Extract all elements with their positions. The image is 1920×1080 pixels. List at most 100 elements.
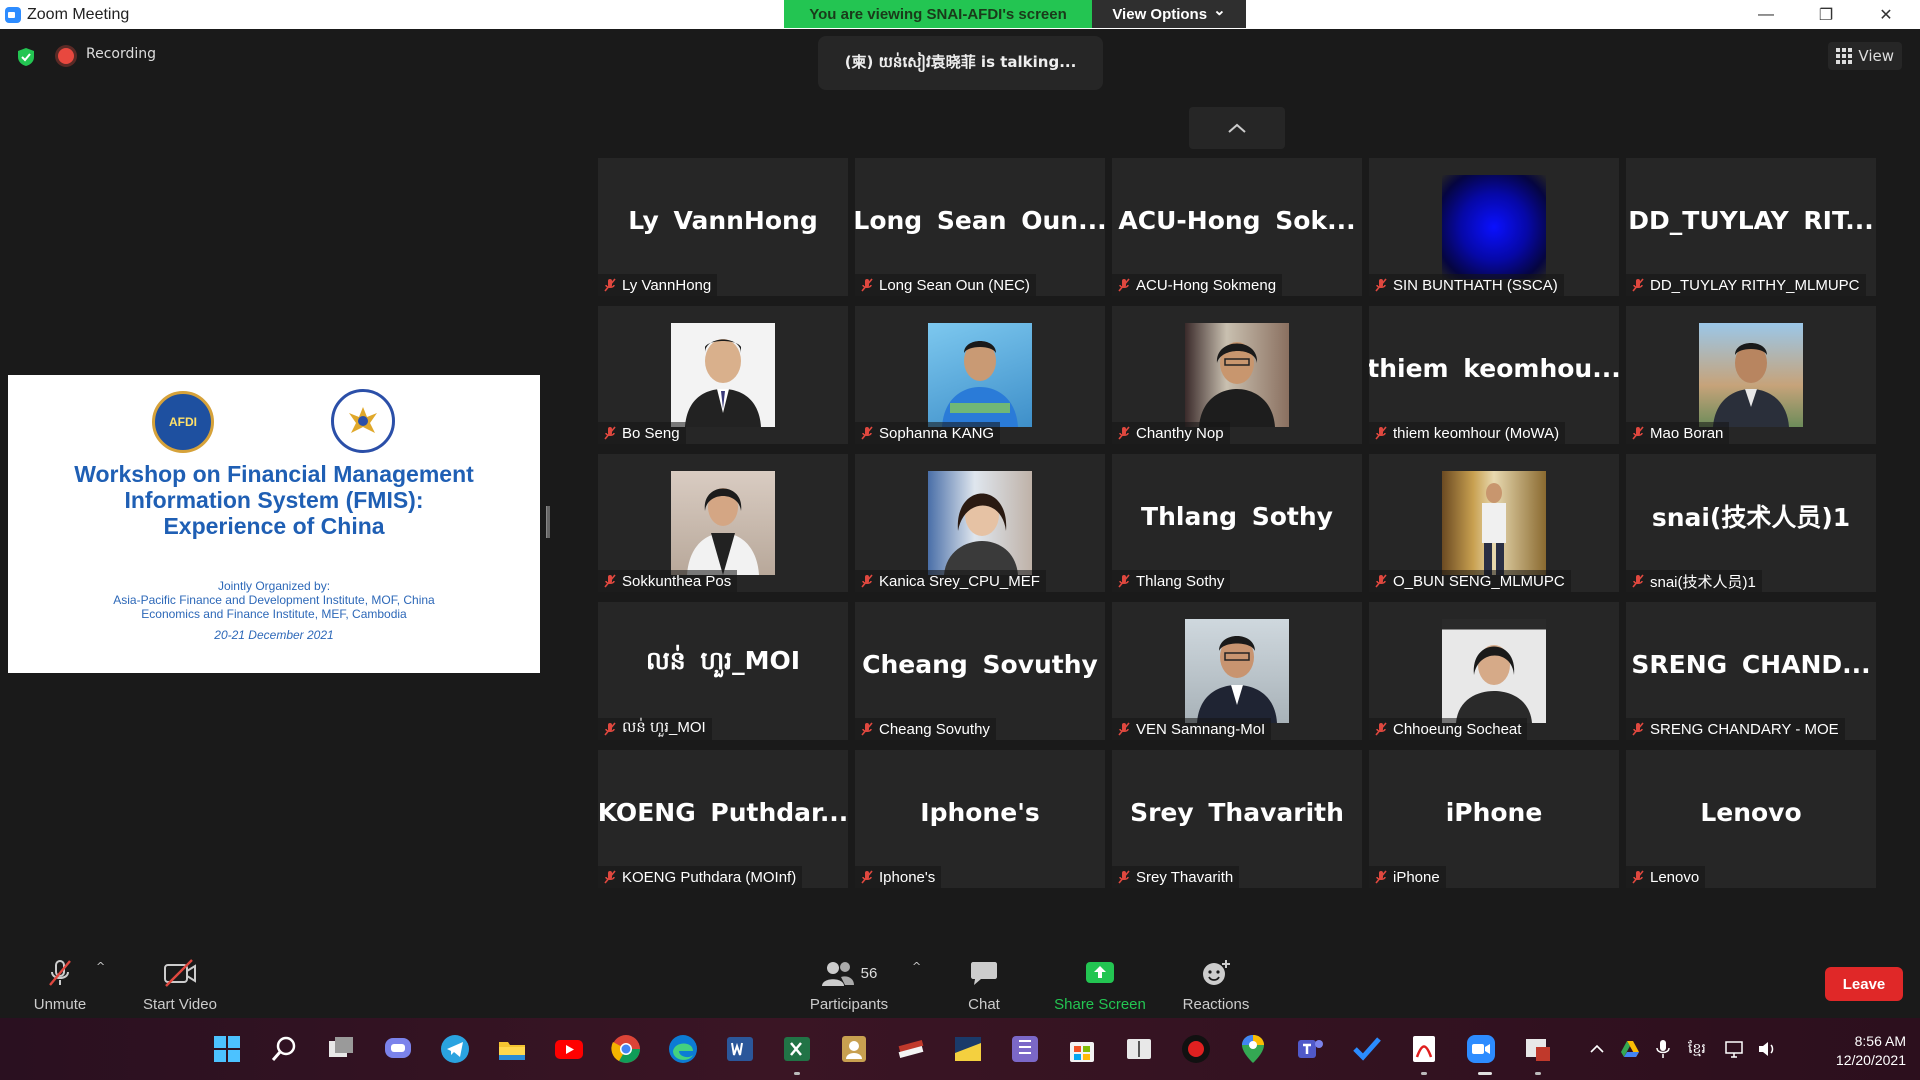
microphone-icon[interactable] [1654,1039,1672,1059]
acrobat-icon[interactable] [1408,1033,1440,1065]
muted-mic-icon [1118,574,1130,588]
muted-mic-icon [861,870,873,884]
participant-label: Mao Boran [1626,422,1730,444]
participant-label: Iphone's [855,866,942,888]
participant-tile[interactable]: SRENG CHAND... SRENG CHANDARY - MOE [1626,602,1876,740]
participant-tile[interactable]: Cheang Sovuthy Cheang Sovuthy [855,602,1105,740]
participant-label: Long Sean Oun (NEC) [855,274,1036,296]
search-icon[interactable] [268,1033,300,1065]
google-maps-icon[interactable] [1237,1033,1269,1065]
person-portrait-icon [687,488,759,575]
todo-icon[interactable] [1351,1033,1383,1065]
reactions-button[interactable]: Reactions [1176,940,1256,1016]
windows-start-icon[interactable] [211,1033,243,1065]
zoom-taskbar-icon[interactable] [1465,1033,1497,1065]
split-view-handle[interactable] [546,506,550,538]
participant-tile[interactable]: Chhoeung Socheat [1369,602,1619,740]
close-button[interactable]: ✕ [1856,0,1916,29]
participant-tile[interactable]: Iphone's Iphone's [855,750,1105,888]
organizer-line: Economics and Finance Institute, MEF, Ca… [141,607,407,621]
reader-app-icon[interactable] [1123,1033,1155,1065]
onenote-icon[interactable] [1009,1033,1041,1065]
participant-name: DD_TUYLAY RITHY_MLMUPC [1650,276,1860,294]
participants-button[interactable]: 56 Participants [800,940,898,1016]
participant-tile[interactable]: Kanica Srey_CPU_MEF [855,454,1105,592]
participant-tile[interactable]: Srey Thavarith Srey Thavarith [1112,750,1362,888]
participant-tile[interactable]: KOENG Puthdar... KOENG Puthdara (MOInf) [598,750,848,888]
minimize-button[interactable]: — [1736,0,1796,29]
chevron-up-icon[interactable] [1588,1040,1606,1058]
taskbar-clock[interactable]: 8:56 AM 12/20/2021 [1836,1032,1906,1070]
participant-tile[interactable]: Chanthy Nop [1112,306,1362,444]
excel-icon[interactable] [781,1033,813,1065]
participant-tile[interactable]: Ly VannHong Ly VannHong [598,158,848,296]
participant-tile[interactable]: Thlang Sothy Thlang Sothy [1112,454,1362,592]
muted-mic-icon [1375,278,1387,292]
participant-display-name: Lenovo [1700,797,1802,827]
youtube-icon[interactable] [553,1033,585,1065]
snipping-tool-icon[interactable] [1522,1033,1554,1065]
participant-tile[interactable]: Sophanna KANG [855,306,1105,444]
participant-photo [671,323,775,427]
participant-tile[interactable]: លន់ ហួរ_MOI លន់ ហួរ_MOI [598,602,848,740]
workshop-organizers: Jointly Organized by: Asia-Pacific Finan… [8,579,540,621]
teams-chat-icon[interactable] [382,1033,414,1065]
participant-tile[interactable]: O_BUN SENG_MLMUPC [1369,454,1619,592]
participant-label: Kanica Srey_CPU_MEF [855,570,1046,592]
participant-tile[interactable]: SIN BUNTHATH (SSCA) [1369,158,1619,296]
network-icon[interactable] [1724,1039,1746,1059]
word-icon[interactable] [724,1033,756,1065]
participant-tile[interactable]: thiem keomhou... thiem keomhour (MoWA) [1369,306,1619,444]
google-drive-icon[interactable] [1620,1039,1640,1059]
system-tray: ខ្មែរ [1588,1018,1778,1080]
participant-tile[interactable]: Bo Seng [598,306,848,444]
leave-button[interactable]: Leave [1825,967,1903,1001]
share-screen-button[interactable]: Share Screen [1050,940,1150,1016]
contacts-app-icon[interactable] [838,1033,870,1065]
telegram-icon[interactable] [439,1033,471,1065]
edge-icon[interactable] [667,1033,699,1065]
view-button[interactable]: View [1828,42,1902,70]
participant-tile[interactable]: Mao Boran [1626,306,1876,444]
participant-tile[interactable]: Lenovo Lenovo [1626,750,1876,888]
security-shield-icon[interactable] [16,47,36,67]
remote-app-icon[interactable] [952,1033,984,1065]
shared-screen[interactable]: AFDI Workshop on Financial Management In… [8,375,540,673]
participant-name: Long Sean Oun (NEC) [879,276,1030,294]
unmute-button[interactable]: Unmute [28,940,92,1016]
start-video-button[interactable]: Start Video [136,940,224,1016]
participant-tile[interactable]: Sokkunthea Pos [598,454,848,592]
participant-tile[interactable]: Long Sean Oun... Long Sean Oun (NEC) [855,158,1105,296]
participant-label: DD_TUYLAY RITHY_MLMUPC [1626,274,1866,296]
participant-tile[interactable]: DD_TUYLAY RIT... DD_TUYLAY RITHY_MLMUPC [1626,158,1876,296]
audio-options-caret[interactable]: ^ [96,960,105,973]
file-explorer-icon[interactable] [496,1033,528,1065]
muted-mic-icon [1632,722,1644,736]
person-portrait-icon [944,493,1018,575]
muted-mic-icon [861,278,873,292]
restore-button[interactable]: ❐ [1796,0,1856,29]
chat-button[interactable]: Chat [960,940,1008,1016]
participant-label: VEN Samnang-MoI [1112,718,1272,740]
view-options-button[interactable]: View Options ⌄ [1092,0,1246,28]
screen-recorder-icon[interactable] [1180,1033,1212,1065]
speaker-icon[interactable] [1756,1039,1778,1059]
participant-tile[interactable]: iPhone iPhone [1369,750,1619,888]
books-app-icon[interactable] [895,1033,927,1065]
chevron-down-icon: ⌄ [1213,2,1226,19]
participant-tile[interactable]: snai(技术人员)1 snai(技术人员)1 [1626,454,1876,592]
participants-options-caret[interactable]: ^ [912,960,921,973]
input-language[interactable]: ខ្មែរ [1688,1039,1706,1060]
gallery-scroll-up-button[interactable] [1189,107,1285,149]
chrome-icon[interactable] [610,1033,642,1065]
microsoft-store-icon[interactable] [1066,1033,1098,1065]
participant-tile[interactable]: VEN Samnang-MoI [1112,602,1362,740]
task-view-icon[interactable] [325,1033,357,1065]
grid-view-icon [1836,48,1853,64]
video-camera-off-icon [164,959,196,987]
workshop-title: Workshop on Financial Management Informa… [8,461,540,539]
muted-mic-icon [861,426,873,440]
teams-icon[interactable] [1294,1033,1326,1065]
recording-label[interactable]: Recording [86,46,156,62]
participant-tile[interactable]: ACU-Hong Sok... ACU-Hong Sokmeng [1112,158,1362,296]
